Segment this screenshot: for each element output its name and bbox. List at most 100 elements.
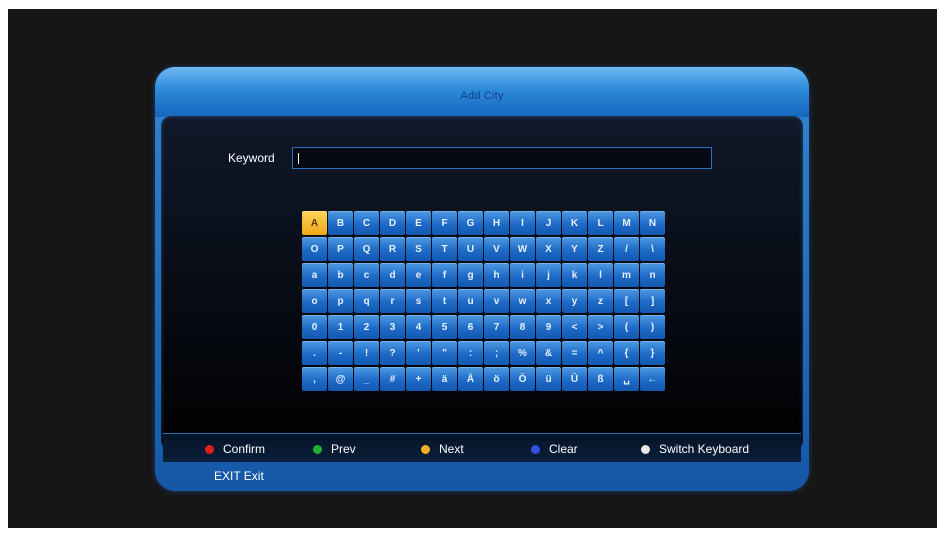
keyboard-key[interactable]: 5: [432, 315, 457, 339]
keyboard-key[interactable]: !: [354, 341, 379, 365]
keyboard-key[interactable]: o: [302, 289, 327, 313]
keyboard-key[interactable]: X: [536, 237, 561, 261]
keyboard-key[interactable]: T: [432, 237, 457, 261]
keyboard-key[interactable]: S: [406, 237, 431, 261]
keyboard-key[interactable]: 1: [328, 315, 353, 339]
keyboard-key[interactable]: %: [510, 341, 535, 365]
keyboard-key[interactable]: Ü: [562, 367, 587, 391]
keyboard-key[interactable]: 8: [510, 315, 535, 339]
keyboard-key[interactable]: i: [510, 263, 535, 287]
keyboard-key[interactable]: w: [510, 289, 535, 313]
keyboard-key[interactable]: v: [484, 289, 509, 313]
keyboard-key[interactable]: M: [614, 211, 639, 235]
keyboard-key[interactable]: ?: [380, 341, 405, 365]
keyboard-key[interactable]: O: [302, 237, 327, 261]
keyboard-key[interactable]: s: [406, 289, 431, 313]
keyboard-key[interactable]: n: [640, 263, 665, 287]
legend-label: Switch Keyboard: [659, 442, 750, 456]
keyboard-key[interactable]: H: [484, 211, 509, 235]
keyboard-key[interactable]: F: [432, 211, 457, 235]
keyboard-key[interactable]: x: [536, 289, 561, 313]
keyboard-key[interactable]: t: [432, 289, 457, 313]
keyboard-key[interactable]: A: [302, 211, 327, 235]
keyboard-key[interactable]: Ö: [510, 367, 535, 391]
keyboard-key[interactable]: 6: [458, 315, 483, 339]
keyboard-key[interactable]: d: [380, 263, 405, 287]
keyboard-key[interactable]: y: [562, 289, 587, 313]
keyword-input[interactable]: [292, 147, 712, 169]
keyboard-key[interactable]: q: [354, 289, 379, 313]
keyboard-key[interactable]: z: [588, 289, 613, 313]
keyboard-key[interactable]: Q: [354, 237, 379, 261]
keyboard-key[interactable]: #: [380, 367, 405, 391]
keyboard-key[interactable]: G: [458, 211, 483, 235]
keyboard-key[interactable]: 4: [406, 315, 431, 339]
keyboard-key[interactable]: -: [328, 341, 353, 365]
keyboard-key[interactable]: V: [484, 237, 509, 261]
keyboard-key[interactable]: e: [406, 263, 431, 287]
keyboard-key[interactable]: \: [640, 237, 665, 261]
keyboard-key[interactable]: I: [510, 211, 535, 235]
keyboard-key[interactable]: h: [484, 263, 509, 287]
keyboard-key[interactable]: J: [536, 211, 561, 235]
keyboard-key[interactable]: &: [536, 341, 561, 365]
keyboard-key[interactable]: _: [354, 367, 379, 391]
keyboard-key[interactable]: m: [614, 263, 639, 287]
keyboard-key[interactable]: ä: [432, 367, 457, 391]
keyboard-key[interactable]: {: [614, 341, 639, 365]
keyboard-key[interactable]: c: [354, 263, 379, 287]
keyboard-key[interactable]: ü: [536, 367, 561, 391]
keyboard-key[interactable]: g: [458, 263, 483, 287]
keyboard-key[interactable]: ): [640, 315, 665, 339]
keyboard-key[interactable]: 7: [484, 315, 509, 339]
keyboard-key[interactable]: Y: [562, 237, 587, 261]
keyboard-key[interactable]: b: [328, 263, 353, 287]
keyboard-key[interactable]: ": [432, 341, 457, 365]
keyboard-key[interactable]: p: [328, 289, 353, 313]
keyboard-key[interactable]: U: [458, 237, 483, 261]
keyboard-key[interactable]: (: [614, 315, 639, 339]
keyboard-key[interactable]: :: [458, 341, 483, 365]
keyboard-key[interactable]: Z: [588, 237, 613, 261]
keyboard-key[interactable]: ←: [640, 367, 665, 391]
keyboard-key[interactable]: [: [614, 289, 639, 313]
keyboard-key[interactable]: a: [302, 263, 327, 287]
keyboard-key[interactable]: L: [588, 211, 613, 235]
keyboard-key[interactable]: =: [562, 341, 587, 365]
keyboard-key[interactable]: E: [406, 211, 431, 235]
keyboard-key[interactable]: N: [640, 211, 665, 235]
keyboard-key[interactable]: 9: [536, 315, 561, 339]
keyboard-key[interactable]: r: [380, 289, 405, 313]
keyboard-key[interactable]: .: [302, 341, 327, 365]
keyboard-key[interactable]: u: [458, 289, 483, 313]
keyboard-key[interactable]: 2: [354, 315, 379, 339]
keyboard-key[interactable]: ö: [484, 367, 509, 391]
keyboard-key[interactable]: ß: [588, 367, 613, 391]
keyboard-key[interactable]: B: [328, 211, 353, 235]
keyboard-key[interactable]: k: [562, 263, 587, 287]
keyboard-key[interactable]: @: [328, 367, 353, 391]
keyboard-key[interactable]: ': [406, 341, 431, 365]
keyboard-key[interactable]: ;: [484, 341, 509, 365]
keyboard-key[interactable]: /: [614, 237, 639, 261]
keyboard-key[interactable]: ,: [302, 367, 327, 391]
keyboard-key[interactable]: ^: [588, 341, 613, 365]
keyboard-key[interactable]: <: [562, 315, 587, 339]
keyboard-key[interactable]: l: [588, 263, 613, 287]
keyboard-key[interactable]: Ä: [458, 367, 483, 391]
keyboard-key[interactable]: ]: [640, 289, 665, 313]
keyboard-key[interactable]: 0: [302, 315, 327, 339]
keyboard-key[interactable]: j: [536, 263, 561, 287]
keyboard-key[interactable]: }: [640, 341, 665, 365]
keyboard-key[interactable]: f: [432, 263, 457, 287]
keyboard-key[interactable]: >: [588, 315, 613, 339]
keyboard-key[interactable]: C: [354, 211, 379, 235]
keyboard-key[interactable]: R: [380, 237, 405, 261]
keyboard-key[interactable]: D: [380, 211, 405, 235]
keyboard-key[interactable]: 3: [380, 315, 405, 339]
keyboard-key[interactable]: K: [562, 211, 587, 235]
keyboard-key[interactable]: P: [328, 237, 353, 261]
keyboard-key[interactable]: ␣: [614, 367, 639, 391]
keyboard-key[interactable]: W: [510, 237, 535, 261]
keyboard-key[interactable]: +: [406, 367, 431, 391]
